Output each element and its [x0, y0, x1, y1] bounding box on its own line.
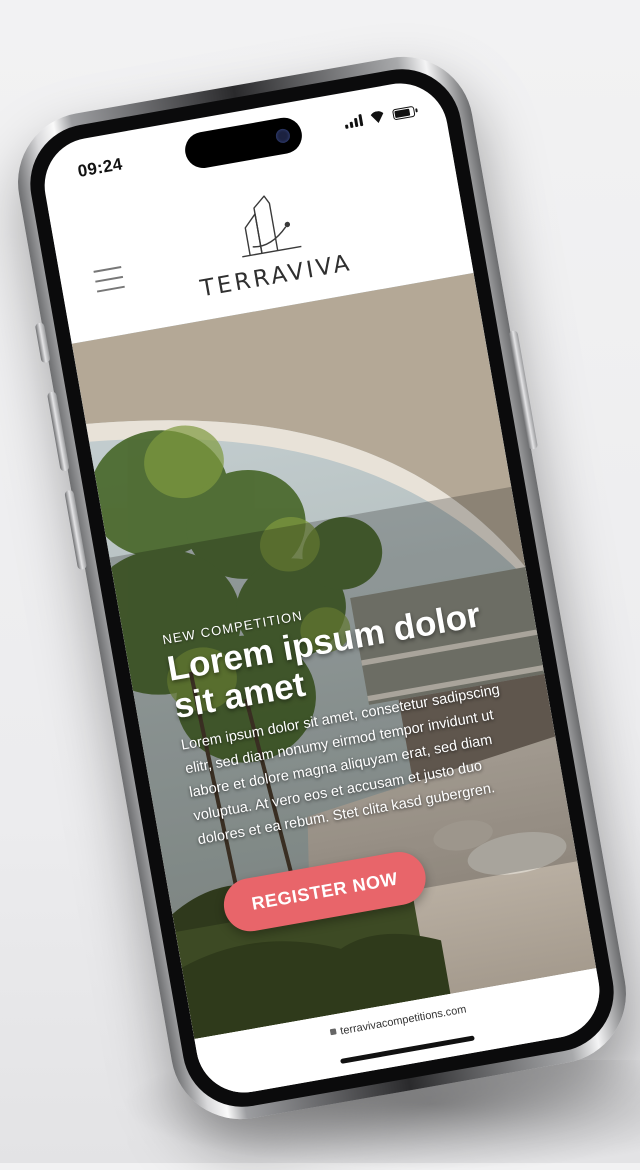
brand-logo[interactable]: TERRAVIVA	[177, 176, 364, 314]
dynamic-island	[182, 114, 305, 171]
battery-icon	[391, 105, 416, 121]
camera-icon	[274, 127, 292, 145]
phone-device: 09:24 TERRAVIVA NEW COMPETITION Lorem ip…	[6, 45, 638, 1131]
logo-mark-icon	[242, 195, 302, 258]
lock-icon	[329, 1028, 337, 1036]
hero-content: NEW COMPETITION Lorem ipsum dolor sit am…	[161, 575, 540, 938]
status-icons	[344, 105, 416, 129]
phone-screen: 09:24 TERRAVIVA NEW COMPETITION Lorem ip…	[37, 75, 607, 1101]
wifi-icon	[368, 110, 387, 125]
signal-icon	[344, 113, 364, 129]
menu-icon[interactable]	[93, 266, 125, 293]
status-time: 09:24	[76, 154, 124, 181]
